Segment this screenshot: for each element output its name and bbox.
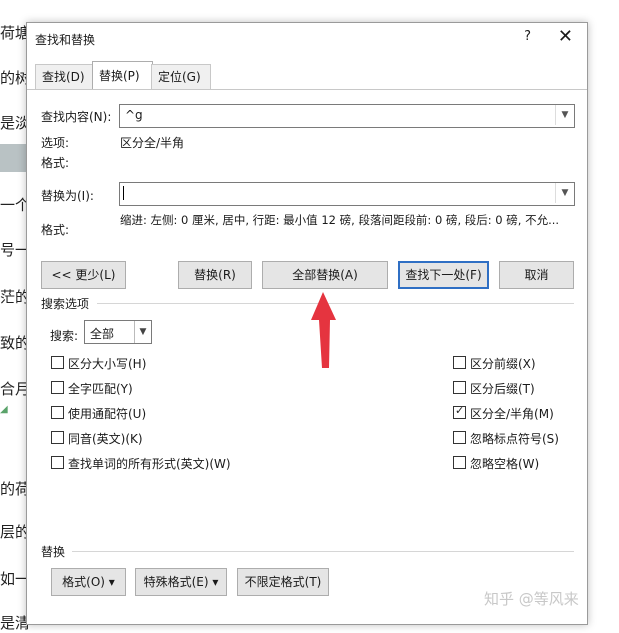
search-direction-value: 全部 [90, 327, 115, 341]
replace-input[interactable]: ▼ [119, 182, 575, 206]
options-value: 区分全/半角 [120, 136, 185, 150]
format-menu-button[interactable]: 格式(O) ▾ [51, 568, 126, 596]
checkbox-label: 区分前缀(X) [470, 357, 536, 371]
checkbox-box[interactable] [51, 456, 64, 469]
chevron-down-icon[interactable]: ▼ [134, 321, 151, 343]
special-menu-button[interactable]: 特殊格式(E) ▾ [135, 568, 227, 596]
checkbox-label: 忽略标点符号(S) [470, 432, 559, 446]
replace-button[interactable]: 替换(R) [178, 261, 252, 289]
leaf-icon: ◢ [0, 404, 8, 415]
checkbox-box[interactable] [51, 406, 64, 419]
find-value: ^g [125, 108, 143, 122]
replace-label: 替换为(I): [41, 189, 94, 203]
replace-format-value: 缩进: 左侧: 0 厘米, 居中, 行距: 最小值 12 磅, 段落间距段前: … [120, 213, 560, 227]
checkbox-label: 全字匹配(Y) [68, 382, 133, 396]
text-caret [123, 186, 124, 200]
chevron-down-icon[interactable]: ▼ [555, 183, 574, 203]
find-next-button[interactable]: 查找下一处(F) [398, 261, 489, 289]
close-button[interactable]: ✕ [558, 26, 573, 47]
checkbox-box[interactable]: ✓ [453, 404, 466, 419]
checkbox-label: 使用通配符(U) [68, 407, 147, 421]
cancel-button[interactable]: 取消 [499, 261, 574, 289]
checkbox-box[interactable] [453, 431, 466, 444]
find-input[interactable]: ^g ▼ [119, 104, 575, 128]
replace-format-label: 格式: [41, 223, 70, 237]
dialog-title: 查找和替换 [35, 33, 96, 47]
section-divider [72, 551, 574, 552]
find-label: 查找内容(N): [41, 110, 112, 124]
find-format-label: 格式: [41, 156, 70, 170]
checkmark-icon: ✓ [455, 404, 465, 417]
checkbox-label: 同音(英文)(K) [68, 432, 143, 446]
tab-find[interactable]: 查找(D) [35, 64, 95, 89]
checkbox-box[interactable] [453, 456, 466, 469]
chevron-down-icon[interactable]: ▼ [555, 105, 574, 125]
search-options-title: 搜索选项 [41, 297, 90, 311]
title-bar[interactable]: 查找和替换 ? ✕ [27, 23, 587, 53]
checkbox-box[interactable] [51, 381, 64, 394]
help-button[interactable]: ? [524, 29, 531, 44]
checkbox-label: 区分大小写(H) [68, 357, 147, 371]
checkbox-label: 忽略空格(W) [470, 457, 540, 471]
replace-all-button[interactable]: 全部替换(A) [262, 261, 388, 289]
tab-goto[interactable]: 定位(G) [151, 64, 211, 89]
replace-section-title: 替换 [41, 545, 66, 559]
search-direction-select[interactable]: 全部 ▼ [84, 320, 152, 344]
tab-divider [27, 89, 587, 90]
checkbox-label: 查找单词的所有形式(英文)(W) [68, 457, 231, 471]
tab-replace[interactable]: 替换(P) [92, 61, 153, 90]
options-label: 选项: [41, 136, 70, 150]
checkbox-box[interactable] [51, 356, 64, 369]
search-label: 搜索: [50, 329, 79, 343]
checkbox-box[interactable] [51, 431, 64, 444]
less-button[interactable]: << 更少(L) [41, 261, 126, 289]
watermark: 知乎 @等风来 [484, 590, 579, 608]
section-divider [97, 303, 574, 304]
checkbox-label: 区分全/半角(M) [470, 407, 554, 421]
checkbox-label: 区分后缀(T) [470, 382, 535, 396]
checkbox-box[interactable] [453, 356, 466, 369]
no-formatting-button[interactable]: 不限定格式(T) [237, 568, 329, 596]
checkbox-box[interactable] [453, 381, 466, 394]
